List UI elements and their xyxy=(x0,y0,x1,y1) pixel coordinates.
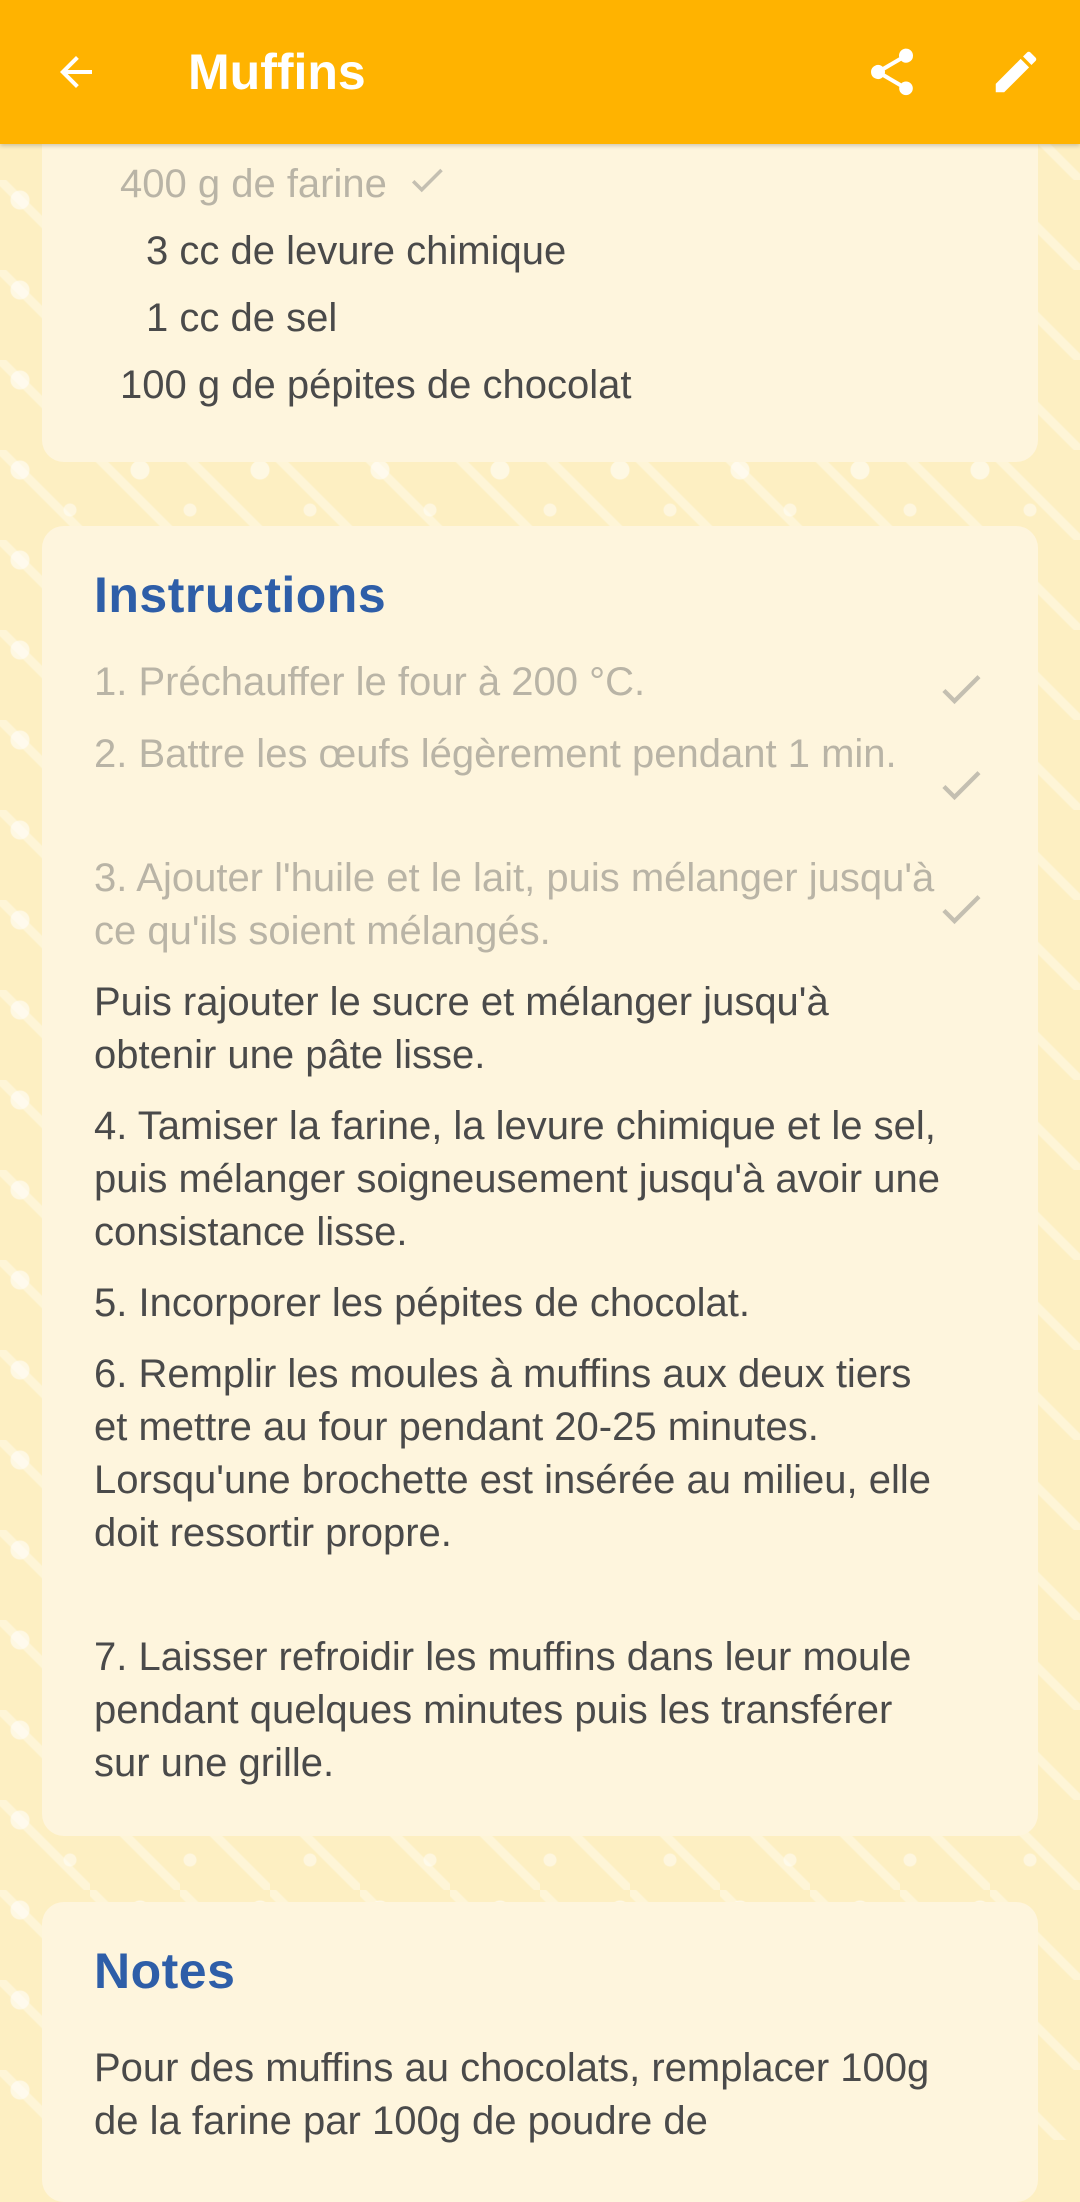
instruction-step[interactable]: 6. Remplir les moules à muffins aux deux… xyxy=(94,1348,944,1560)
step-check-button[interactable] xyxy=(934,662,988,716)
ingredient-label: 3 cc de levure chimique xyxy=(146,229,567,273)
check-icon xyxy=(942,771,981,801)
check-icon xyxy=(411,168,443,193)
instruction-step[interactable]: 4. Tamiser la farine, la levure chimique… xyxy=(94,1100,944,1259)
arrow-back-icon xyxy=(60,56,92,88)
ingredient-item[interactable]: 100 g de pépites de chocolat xyxy=(120,359,632,411)
notes-text: Pour des muffins au chocolats, remplacer… xyxy=(94,2046,930,2143)
pencil-icon xyxy=(995,51,1037,93)
page-title: Muffins xyxy=(188,44,366,100)
instruction-step[interactable]: 2. Battre les œufs légèrement pendant 1 … xyxy=(94,728,944,781)
notes-title: Notes xyxy=(94,1943,236,1999)
step-check-button[interactable] xyxy=(934,758,988,812)
share-button[interactable] xyxy=(856,36,928,108)
check-icon xyxy=(942,895,981,925)
ingredient-label: 1 cc de sel xyxy=(146,296,338,340)
notes-card: Notes Pour des muffins au chocolats, rem… xyxy=(42,1902,1038,2202)
ingredient-label: 100 g de pépites de chocolat xyxy=(120,363,632,407)
ingredient-item[interactable]: 3 cc de levure chimique xyxy=(146,225,566,277)
ingredients-card: 400 g de farine 3 cc de levure chimique … xyxy=(42,96,1038,462)
instruction-step[interactable]: Puis rajouter le sucre et mélanger jusqu… xyxy=(94,976,944,1082)
instructions-title: Instructions xyxy=(94,567,387,623)
step-check-button[interactable] xyxy=(934,882,988,936)
instructions-card: Instructions 1. Préchauffer le four à 20… xyxy=(42,526,1038,1836)
ingredient-label: 400 g de farine xyxy=(120,162,387,206)
instruction-step[interactable]: 5. Incorporer les pépites de chocolat. xyxy=(94,1277,944,1330)
ingredient-item[interactable]: 400 g de farine xyxy=(120,158,448,210)
edit-button[interactable] xyxy=(980,36,1052,108)
share-icon xyxy=(870,48,914,96)
check-icon xyxy=(942,675,981,705)
ingredient-item[interactable]: 1 cc de sel xyxy=(146,292,337,344)
app-bar: Muffins xyxy=(0,0,1080,144)
instruction-step[interactable]: 3. Ajouter l'huile et le lait, puis méla… xyxy=(94,852,944,958)
back-button[interactable] xyxy=(44,40,108,104)
instruction-step[interactable]: 1. Préchauffer le four à 200 °C. xyxy=(94,656,944,709)
instruction-step[interactable]: 7. Laisser refroidir les muffins dans le… xyxy=(94,1631,944,1790)
